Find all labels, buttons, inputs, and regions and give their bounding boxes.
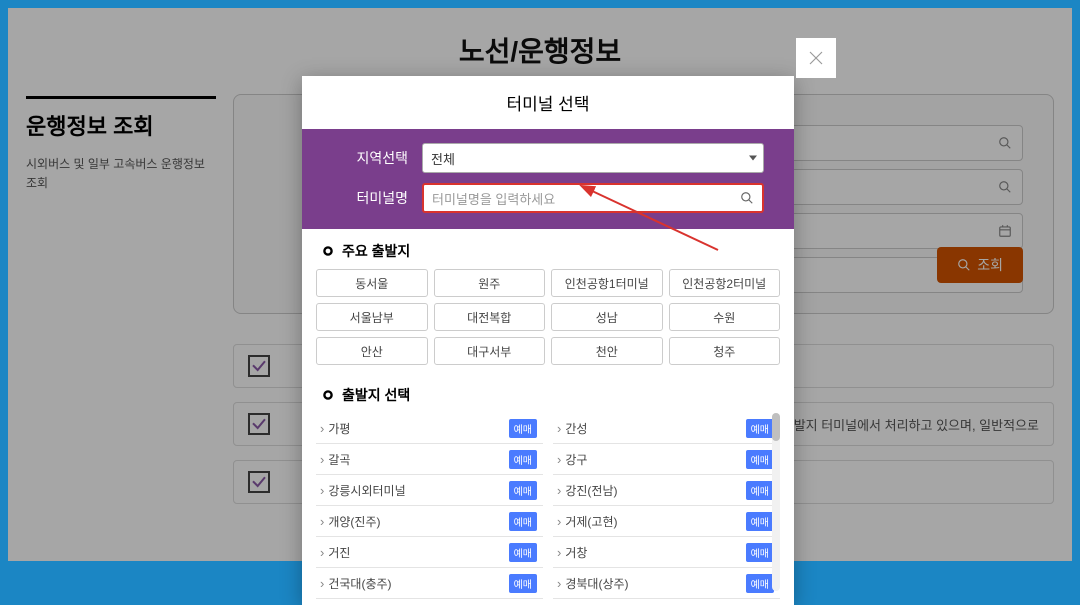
reserve-badge[interactable]: 예매 [746,574,774,593]
popular-departure-item[interactable]: 천안 [551,337,663,365]
reserve-badge[interactable]: 예매 [509,512,537,531]
reserve-badge[interactable]: 예매 [746,450,774,469]
terminal-row[interactable]: 거창 예매 [553,537,780,568]
terminal-row[interactable]: 거제(고현) 예매 [553,506,780,537]
popular-departure-item[interactable]: 인천공항1터미널 [551,269,663,297]
terminal-row[interactable]: 개양(진주) 예매 [316,506,543,537]
scrollbar-thumb[interactable] [772,413,780,441]
reserve-badge[interactable]: 예매 [509,574,537,593]
terminal-name: 가평 [320,420,350,437]
terminal-name: 거진 [320,544,350,561]
region-select-value: 전체 [431,149,455,168]
terminal-row[interactable]: 건국대(충주) 예매 [316,568,543,599]
terminal-name: 강진(전남) [557,482,618,499]
terminal-row[interactable]: 경북대(상주) 예매 [553,568,780,599]
reserve-badge[interactable]: 예매 [509,543,537,562]
select-departure-header: 출발지 선택 [302,373,794,413]
close-button[interactable] [796,38,836,78]
terminal-row[interactable]: 가평 예매 [316,413,543,444]
terminal-list: 가평예매간성예매갈곡예매강구예매강릉시외터미널예매강진(전남)예매개양(진주)예… [302,413,794,605]
page-frame: 노선/운행정보 운행정보 조회 시외버스 및 일부 고속버스 운행정보 조회 조… [8,8,1072,561]
terminal-row[interactable]: 갈곡 예매 [316,444,543,475]
terminal-row[interactable]: 간성 예매 [553,413,780,444]
scrollbar-track[interactable] [772,413,780,591]
reserve-badge[interactable]: 예매 [746,543,774,562]
modal-title: 터미널 선택 [302,76,794,129]
terminal-name: 개양(진주) [320,513,381,530]
terminal-name: 경북대(상주) [557,575,629,592]
reserve-badge[interactable]: 예매 [509,450,537,469]
reserve-badge[interactable]: 예매 [509,419,537,438]
terminal-row[interactable]: 강릉시외터미널 예매 [316,475,543,506]
terminal-row[interactable]: 강구 예매 [553,444,780,475]
search-icon [740,191,754,205]
popular-departure-item[interactable]: 인천공항2터미널 [669,269,781,297]
close-icon [807,49,825,67]
terminal-name: 갈곡 [320,451,350,468]
terminal-select-modal: 터미널 선택 지역선택 전체 터미널명 터미널명을 입력하세요 주요 출발지 동… [302,76,794,605]
terminal-name-placeholder: 터미널명을 입력하세요 [432,189,555,208]
terminal-name: 거창 [557,544,587,561]
terminal-name: 건국대(충주) [320,575,392,592]
popular-departure-item[interactable]: 원주 [434,269,546,297]
reserve-badge[interactable]: 예매 [509,481,537,500]
popular-header: 주요 출발지 [302,229,794,269]
terminal-name: 거제(고현) [557,513,618,530]
popular-departure-item[interactable]: 대구서부 [434,337,546,365]
terminal-name-label: 터미널명 [332,188,422,208]
terminal-name: 강구 [557,451,587,468]
reserve-badge[interactable]: 예매 [746,481,774,500]
terminal-name: 강릉시외터미널 [320,482,406,499]
reserve-badge[interactable]: 예매 [746,512,774,531]
popular-departure-item[interactable]: 안산 [316,337,428,365]
popular-departure-item[interactable]: 서울남부 [316,303,428,331]
region-select[interactable]: 전체 [422,143,764,173]
popular-departure-item[interactable]: 대전복합 [434,303,546,331]
terminal-name: 간성 [557,420,587,437]
popular-departure-item[interactable]: 수원 [669,303,781,331]
terminal-row[interactable]: 거진 예매 [316,537,543,568]
terminal-name-input[interactable]: 터미널명을 입력하세요 [422,183,764,213]
popular-departure-item[interactable]: 동서울 [316,269,428,297]
popular-departure-grid: 동서울원주인천공항1터미널인천공항2터미널서울남부대전복합성남수원안산대구서부천… [302,269,794,373]
region-label: 지역선택 [332,148,422,168]
reserve-badge[interactable]: 예매 [746,419,774,438]
popular-departure-item[interactable]: 청주 [669,337,781,365]
terminal-row[interactable]: 강진(전남) 예매 [553,475,780,506]
popular-departure-item[interactable]: 성남 [551,303,663,331]
modal-filter-panel: 지역선택 전체 터미널명 터미널명을 입력하세요 [302,129,794,229]
